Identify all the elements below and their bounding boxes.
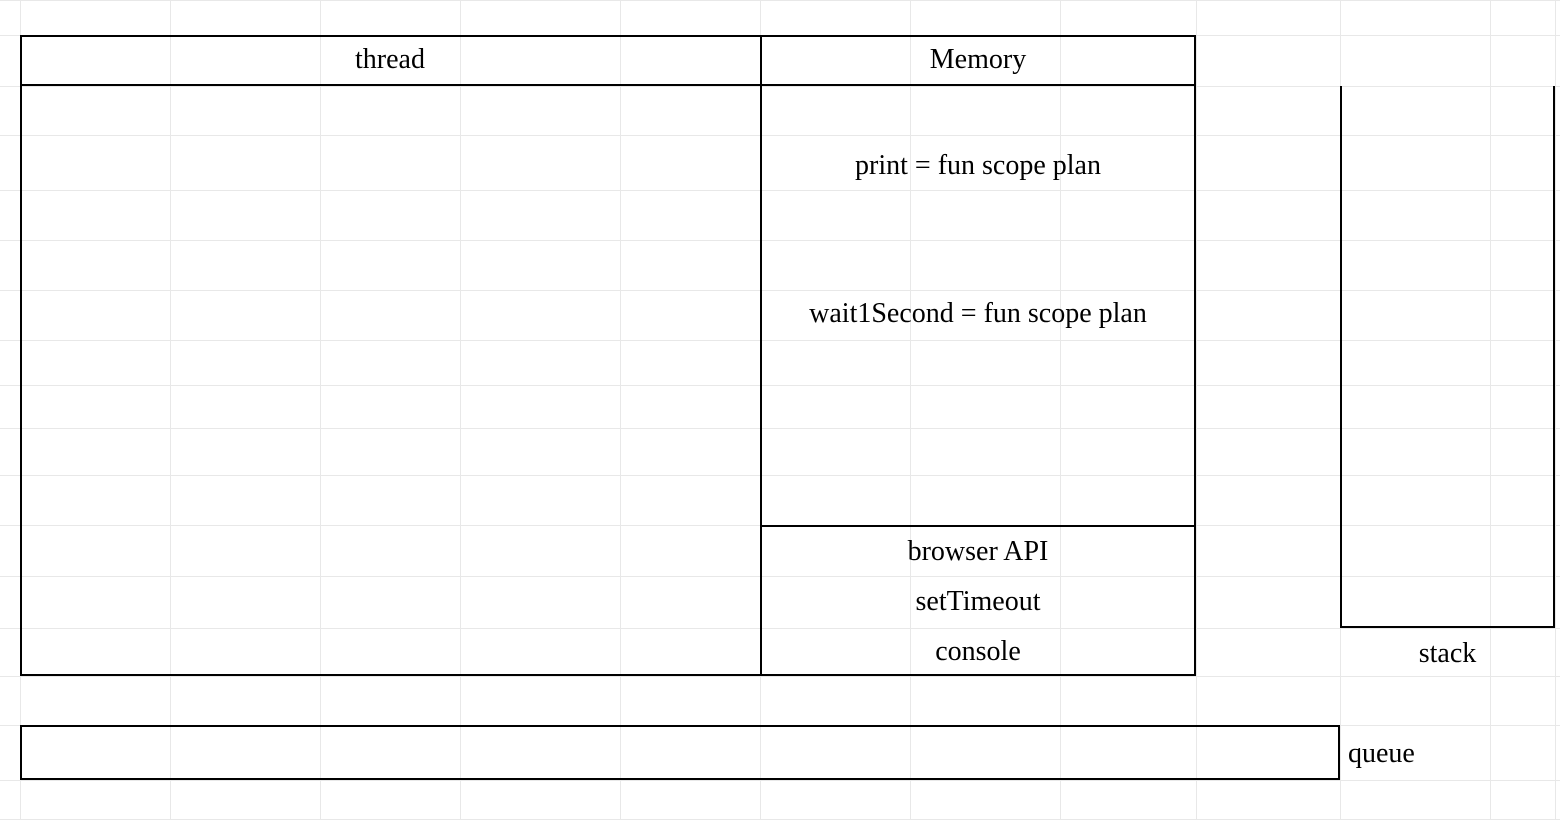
browser-api-settimeout: setTimeout	[760, 586, 1196, 618]
thread-header: thread	[20, 44, 760, 76]
queue-box	[20, 725, 1340, 780]
thread-memory-divider	[760, 35, 762, 676]
memory-item-wait1second: wait1Second = fun scope plan	[760, 298, 1196, 330]
browser-api-console: console	[760, 636, 1196, 668]
memory-browserapi-divider	[760, 525, 1196, 527]
memory-header: Memory	[760, 44, 1196, 76]
browser-api-title: browser API	[760, 536, 1196, 568]
queue-label: queue	[1348, 738, 1498, 770]
memory-item-print: print = fun scope plan	[760, 150, 1196, 182]
stack-label: stack	[1340, 638, 1555, 670]
stack-box	[1340, 86, 1555, 628]
